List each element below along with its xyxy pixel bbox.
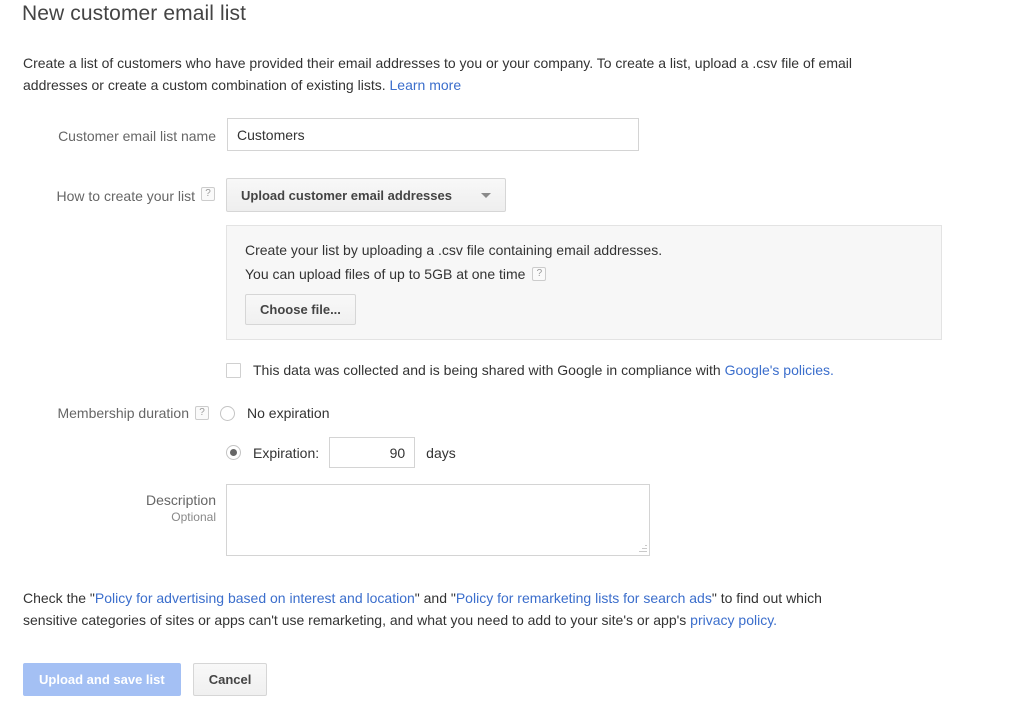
cancel-button[interactable]: Cancel [192,663,268,696]
list-name-label: Customer email list name [58,128,216,144]
expiration-days-input[interactable] [329,437,416,468]
description-label: Description [145,492,216,508]
remarketing-lists-policy-link[interactable]: Policy for remarketing lists for search … [456,590,712,606]
policy-text-2: " and " [414,590,456,606]
learn-more-link[interactable]: Learn more [390,77,462,93]
expiration-option-row: Expiration: days [226,437,456,468]
compliance-text-wrap: This data was collected and is being sha… [253,360,834,380]
new-customer-email-list-page: New customer email list Create a list of… [0,0,1024,721]
upload-instructions-panel: Create your list by uploading a .csv fil… [226,225,942,340]
membership-duration-row: Membership duration ? No expiration [23,404,330,422]
radio-dot-icon [230,449,237,456]
upload-line-2-row: You can upload files of up to 5GB at one… [245,264,547,284]
description-label-group: Description Optional [23,491,216,525]
upload-and-save-list-button[interactable]: Upload and save list [23,663,181,696]
membership-duration-label: Membership duration [57,405,189,421]
creation-method-label: How to create your list [56,188,196,204]
list-name-input[interactable] [227,118,639,151]
privacy-policy-link[interactable]: privacy policy. [690,612,777,628]
upload-line-2: You can upload files of up to 5GB at one… [245,266,526,282]
radio-expiration[interactable] [226,445,241,460]
policy-text-1: Check the " [23,590,95,606]
interest-location-policy-link[interactable]: Policy for advertising based on interest… [95,590,415,606]
list-name-row: Customer email list name [23,118,643,151]
creation-method-row: How to create your list ? Upload custome… [23,178,663,212]
google-policies-link[interactable]: Google's policies. [725,362,834,378]
radio-expiration-label: Expiration: [253,444,320,461]
choose-file-button[interactable]: Choose file... [245,294,356,325]
description-textarea[interactable] [226,484,650,556]
creation-method-select[interactable]: Upload customer email addresses [226,178,506,212]
upload-line-1: Create your list by uploading a .csv fil… [245,242,663,258]
chevron-down-icon [481,192,491,198]
creation-method-selected-value: Upload customer email addresses [241,187,452,203]
help-question-icon[interactable]: ? [532,267,547,281]
radio-no-expiration-label: No expiration [247,405,330,421]
compliance-text: This data was collected and is being sha… [253,362,725,378]
intro-paragraph: Create a list of customers who have prov… [23,52,853,96]
help-question-icon[interactable]: ? [195,406,209,420]
page-title: New customer email list [22,2,247,25]
expiration-days-suffix: days [426,444,456,461]
radio-no-expiration[interactable] [220,405,235,421]
footer-actions: Upload and save list Cancel [23,663,268,696]
help-question-icon[interactable]: ? [201,187,215,201]
checkbox-unchecked-icon[interactable] [226,362,241,378]
policy-paragraph: Check the "Policy for advertising based … [23,587,853,631]
compliance-row: This data was collected and is being sha… [226,360,834,380]
description-sub-label: Optional [171,510,216,524]
